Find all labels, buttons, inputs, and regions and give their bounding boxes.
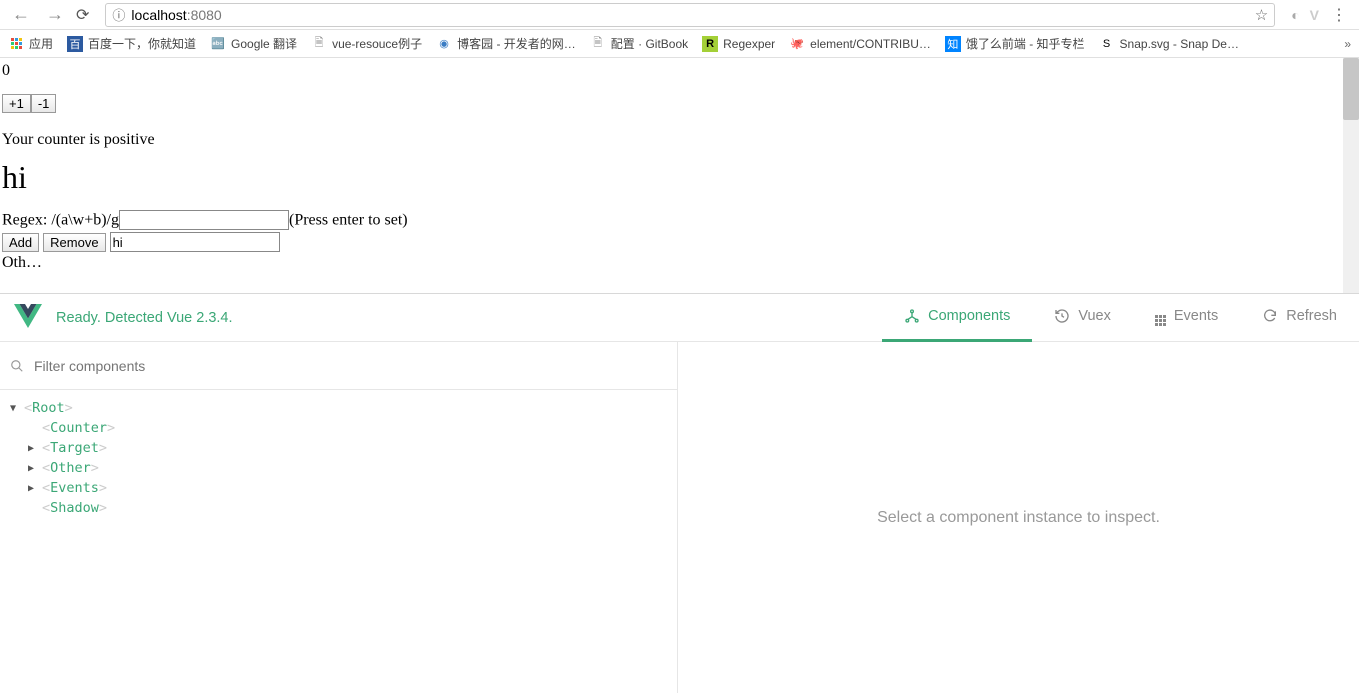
page-scrollbar[interactable] (1343, 58, 1359, 293)
heading: hi (2, 159, 1357, 196)
vue-devtools: Ready. Detected Vue 2.3.4. Components Vu… (0, 293, 1359, 693)
tree-node[interactable]: ▶<Other> (0, 458, 677, 478)
favicon-icon: 知 (945, 36, 961, 52)
apps-button[interactable]: 应用 (8, 35, 53, 52)
tree-node-label: <Other> (42, 460, 99, 476)
github-icon: 🐙 (789, 36, 805, 52)
increment-button[interactable]: +1 (2, 94, 31, 113)
tab-components[interactable]: Components (882, 294, 1032, 342)
info-icon[interactable]: ⓘ (112, 5, 125, 24)
tree-node[interactable]: <Counter> (0, 418, 677, 438)
filter-bar (0, 342, 677, 390)
refresh-icon (1262, 308, 1278, 324)
extension-icons: ◐ V (1291, 7, 1319, 23)
decrement-button[interactable]: -1 (31, 94, 57, 113)
vue-logo-icon (14, 304, 42, 331)
bookmark-item[interactable]: 🐙element/CONTRIBU… (789, 36, 931, 52)
tree-node[interactable]: ▶<Events> (0, 478, 677, 498)
regex-hint: (Press enter to set) (289, 212, 408, 229)
tree-node[interactable]: ▶<Target> (0, 438, 677, 458)
favicon-icon: ◉ (436, 36, 452, 52)
favicon-icon: S (1099, 36, 1115, 52)
components-icon (904, 308, 920, 324)
bookmarks-bar: 应用 百百度一下，你就知道 🔤Google 翻译 🗎vue-resouce例子 … (0, 30, 1359, 58)
apps-icon (8, 36, 24, 52)
text-input[interactable] (110, 232, 280, 252)
other-text: Oth… (2, 254, 1357, 272)
chevron-right-icon[interactable]: ▶ (28, 463, 40, 474)
bookmark-item[interactable]: 百百度一下，你就知道 (67, 35, 196, 52)
add-button[interactable]: Add (2, 233, 39, 252)
apps-label: 应用 (29, 35, 53, 52)
scrollbar-thumb[interactable] (1343, 58, 1359, 120)
tree-node-label: <Shadow> (42, 500, 107, 516)
favicon-icon: R (702, 36, 718, 52)
bookmark-item[interactable]: ◉博客园 - 开发者的网… (436, 35, 576, 52)
empty-message: Select a component instance to inspect. (877, 509, 1160, 527)
url-text: localhost:8080 (131, 7, 221, 23)
ext-icon-1[interactable]: ◐ (1291, 7, 1299, 23)
tree-node[interactable]: <Shadow> (0, 498, 677, 518)
tree-node[interactable]: ▼<Root> (0, 398, 677, 418)
browser-menu-button[interactable]: ⋮ (1327, 5, 1351, 25)
tab-vuex[interactable]: Vuex (1032, 294, 1133, 342)
bookmark-star-icon[interactable]: ☆ (1255, 6, 1268, 24)
address-bar[interactable]: ⓘ localhost:8080 ☆ (105, 3, 1275, 27)
bookmark-item[interactable]: 🗎vue-resouce例子 (311, 35, 422, 52)
tab-refresh[interactable]: Refresh (1240, 294, 1359, 342)
devtools-tabs: Components Vuex Events Refresh (882, 294, 1359, 342)
chevron-right-icon[interactable]: ▶ (28, 483, 40, 494)
chevron-right-icon[interactable]: ▶ (28, 443, 40, 454)
bookmarks-overflow[interactable]: » (1344, 37, 1351, 51)
bookmark-item[interactable]: 🗎配置 · GitBook (590, 35, 688, 52)
regex-input[interactable] (119, 210, 289, 230)
forward-button[interactable]: → (42, 4, 68, 25)
tree-node-label: <Target> (42, 440, 107, 456)
component-tree-panel: ▼<Root><Counter>▶<Target>▶<Other>▶<Event… (0, 342, 678, 693)
ext-icon-vue[interactable]: V (1310, 7, 1319, 23)
back-button[interactable]: ← (8, 4, 34, 25)
bookmark-item[interactable]: 知饿了么前端 - 知乎专栏 (945, 35, 1085, 52)
tab-events[interactable]: Events (1133, 294, 1240, 342)
devtools-status: Ready. Detected Vue 2.3.4. (56, 310, 882, 326)
favicon-icon: 🔤 (210, 36, 226, 52)
counter-value: 0 (2, 62, 1357, 80)
search-icon (10, 359, 24, 373)
tree-node-label: <Events> (42, 480, 107, 496)
counter-message: Your counter is positive (2, 131, 1357, 149)
regex-label: Regex: /(a\w+b)/g (2, 212, 119, 229)
inspector-panel: Select a component instance to inspect. (678, 342, 1359, 693)
chevron-down-icon[interactable]: ▼ (10, 403, 22, 414)
bookmark-item[interactable]: 🔤Google 翻译 (210, 35, 297, 52)
bookmark-item[interactable]: SSnap.svg - Snap De… (1099, 36, 1239, 52)
devtools-header: Ready. Detected Vue 2.3.4. Components Vu… (0, 294, 1359, 342)
reload-button[interactable]: ⟳ (76, 5, 89, 25)
page-content: 0 +1-1 Your counter is positive hi Regex… (0, 58, 1359, 293)
tree-node-label: <Root> (24, 400, 73, 416)
file-icon: 🗎 (311, 36, 327, 52)
remove-button[interactable]: Remove (43, 233, 105, 252)
component-tree: ▼<Root><Counter>▶<Target>▶<Other>▶<Event… (0, 390, 677, 526)
filter-input[interactable] (34, 358, 667, 374)
bookmark-item[interactable]: RRegexper (702, 36, 775, 52)
tree-node-label: <Counter> (42, 420, 115, 436)
history-icon (1054, 308, 1070, 324)
browser-toolbar: ← → ⟳ ⓘ localhost:8080 ☆ ◐ V ⋮ (0, 0, 1359, 30)
grid-icon (1155, 306, 1166, 326)
favicon-icon: 百 (67, 36, 83, 52)
file-icon: 🗎 (590, 36, 606, 52)
